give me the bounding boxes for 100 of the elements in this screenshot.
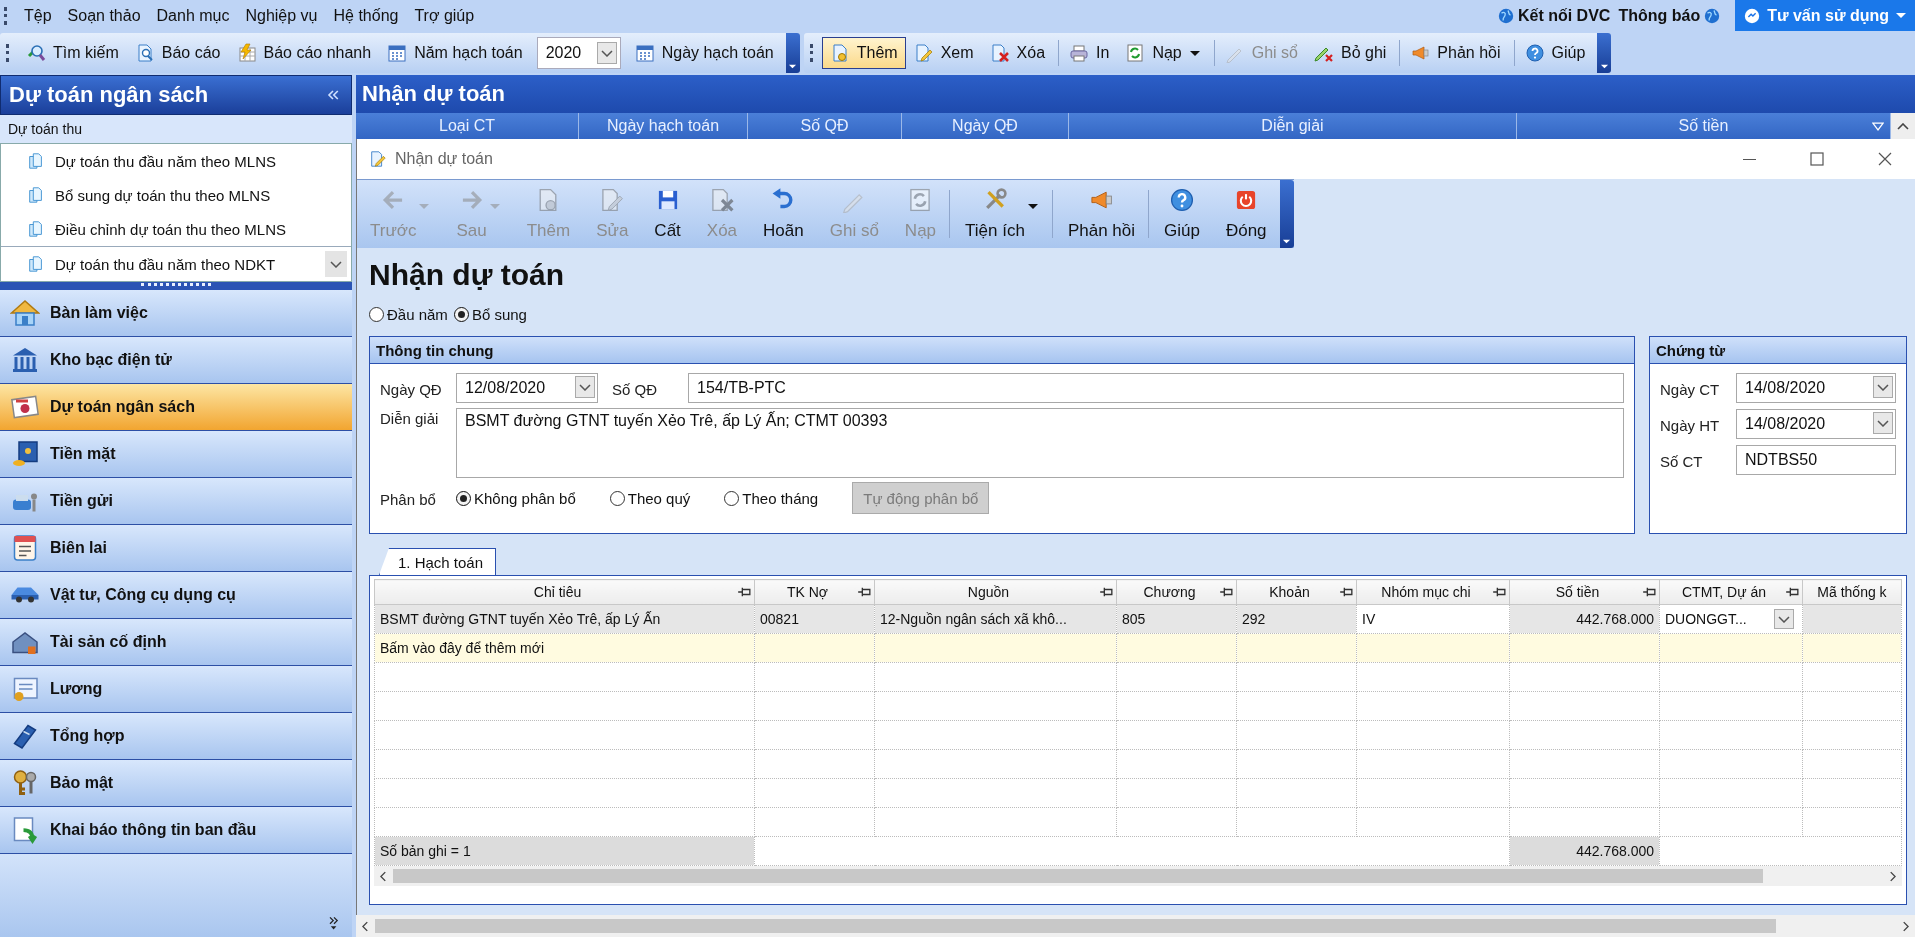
- radio-option[interactable]: Không phân bổ: [456, 489, 576, 507]
- year-dropdown[interactable]: 2020: [536, 37, 621, 69]
- menu-item[interactable]: Tệp: [16, 6, 60, 25]
- chevron-down-icon: [1778, 615, 1790, 623]
- radio-option[interactable]: Theo tháng: [724, 489, 819, 507]
- menu-item[interactable]: Trợ giúp: [406, 6, 483, 25]
- text-field[interactable]: 154/TB-PTC: [688, 373, 1624, 403]
- overflow-button[interactable]: [785, 33, 800, 73]
- radio-icon[interactable]: [456, 490, 471, 506]
- column-header[interactable]: Chương: [1116, 579, 1237, 605]
- task-item[interactable]: Dự toán thu đầu năm theo NDKT: [1, 247, 325, 281]
- task-item[interactable]: Bổ sung dự toán thu theo MLNS: [1, 178, 351, 212]
- table-cell: 805: [1116, 604, 1237, 634]
- nav-button[interactable]: Kho bạc điện tử: [0, 337, 352, 384]
- pin-icon[interactable]: [1339, 587, 1353, 597]
- column-header[interactable]: Số tiền: [1509, 579, 1660, 605]
- nav-button[interactable]: Vật tư, Công cụ dụng cụ: [0, 572, 352, 619]
- pin-icon[interactable]: [1492, 587, 1506, 597]
- menu-item[interactable]: Danh mục: [148, 6, 238, 25]
- pin-icon[interactable]: [1219, 587, 1233, 597]
- toolbar-button[interactable]: Đóng: [1212, 180, 1280, 248]
- dropdown-button[interactable]: [1873, 376, 1893, 398]
- toolbar-button[interactable]: Ngày hạch toán: [626, 37, 782, 69]
- radio-option[interactable]: Đầu năm: [369, 305, 448, 323]
- consult-button[interactable]: Tư vấn sử dụng: [1735, 0, 1915, 31]
- overflow-button[interactable]: [1597, 33, 1612, 73]
- dropdown-button[interactable]: [575, 376, 595, 398]
- top-link[interactable]: Thông báo: [1614, 6, 1726, 25]
- radio-option[interactable]: Bổ sung: [453, 305, 527, 323]
- toolbar-button[interactable]: Bỏ ghi: [1306, 37, 1395, 69]
- nav-button[interactable]: Biên lai: [0, 525, 352, 572]
- caret-icon: [788, 64, 798, 69]
- radio-option[interactable]: Theo quý: [609, 489, 691, 507]
- toolbar-button[interactable]: Hoãn: [750, 180, 817, 248]
- column-header[interactable]: Nhóm mục chi: [1356, 579, 1510, 605]
- task-item[interactable]: Dự toán thu đầu năm theo MLNS: [1, 144, 351, 178]
- horizontal-scrollbar[interactable]: [356, 915, 1915, 937]
- toolbar-grip[interactable]: [6, 44, 12, 62]
- table-cell: 00821: [754, 604, 875, 634]
- new-row-hint[interactable]: Bấm vào đây để thêm mới: [374, 633, 755, 663]
- dropdown-button[interactable]: [1774, 609, 1794, 629]
- radio-icon[interactable]: [609, 490, 625, 506]
- toolbar-button[interactable]: Tìm kiếm: [18, 37, 127, 69]
- pin-icon[interactable]: [1099, 587, 1113, 597]
- nav-button[interactable]: Tiền gửi: [0, 478, 352, 525]
- chevron-right-icon: [1889, 870, 1896, 882]
- radio-icon[interactable]: [724, 490, 740, 506]
- description-field[interactable]: BSMT đường GTNT tuyến Xẻo Trê, ấp Lý Ấn; CTMT 00393: [456, 408, 1624, 478]
- pin-icon[interactable]: [1785, 587, 1799, 597]
- menu-item[interactable]: Nghiệp vụ: [237, 6, 326, 25]
- column-header[interactable]: CTMT, Dự án: [1659, 579, 1803, 605]
- scroll-up-button[interactable]: [1891, 113, 1915, 139]
- pin-icon[interactable]: [857, 587, 871, 597]
- menu-item[interactable]: Soạn thảo: [59, 6, 149, 25]
- menu-item[interactable]: Hệ thống: [325, 6, 407, 25]
- panel-header: Chứng từ: [1650, 337, 1906, 364]
- toolbar-button[interactable]: Cất: [641, 180, 694, 248]
- toolbar-button[interactable]: Năm hạch toán: [379, 37, 531, 69]
- dropdown-button[interactable]: [1873, 412, 1893, 434]
- help-icon: [1524, 43, 1545, 63]
- horizontal-scrollbar[interactable]: [374, 866, 1902, 886]
- radio-icon[interactable]: [453, 306, 469, 322]
- date-field[interactable]: 12/08/2020: [456, 373, 598, 403]
- pin-icon[interactable]: [737, 587, 751, 597]
- nav-button[interactable]: Tài sản cố định: [0, 619, 352, 666]
- nav-button[interactable]: Lương: [0, 666, 352, 713]
- nav-button[interactable]: Bàn làm việc: [0, 290, 352, 337]
- column-header[interactable]: Khoản: [1236, 579, 1357, 605]
- column-header[interactable]: Chỉ tiêu: [374, 579, 755, 605]
- column-header[interactable]: Mã thống k: [1802, 579, 1902, 605]
- toolbar-button[interactable]: Xóa: [981, 37, 1054, 69]
- top-link[interactable]: Kết nối DVC: [1492, 6, 1615, 25]
- total-cell: 442.768.000: [1509, 836, 1660, 866]
- document-delete-icon: [989, 43, 1010, 63]
- pin-icon[interactable]: [1642, 587, 1656, 597]
- nav-button[interactable]: Bảo mật: [0, 760, 352, 807]
- radio-icon[interactable]: [369, 306, 384, 322]
- overflow-button[interactable]: [1279, 180, 1294, 248]
- text-field[interactable]: NDTBS50: [1736, 445, 1896, 475]
- column-header[interactable]: Nguồn: [874, 579, 1117, 605]
- toolbar-button[interactable]: Thêm: [821, 37, 906, 69]
- nav-button[interactable]: Tiền mặt: [0, 431, 352, 478]
- filter-icon[interactable]: [1872, 121, 1884, 131]
- task-item[interactable]: Điều chỉnh dự toán thu theo MLNS: [1, 212, 351, 246]
- nav-button[interactable]: Dự toán ngân sách: [0, 384, 352, 431]
- nav-button[interactable]: Khai báo thông tin ban đầu: [0, 807, 352, 854]
- column-header[interactable]: TK Nợ: [754, 579, 875, 605]
- toolbar-grip[interactable]: [4, 6, 10, 25]
- search-icon: [26, 43, 46, 63]
- nav-button[interactable]: Tổng hợp: [0, 713, 352, 760]
- toolbar-button[interactable]: Báo cáo: [126, 37, 229, 69]
- documents-icon: [27, 255, 45, 273]
- tab[interactable]: 1. Hạch toán: [379, 548, 497, 575]
- date-field[interactable]: 14/08/2020: [1736, 409, 1896, 439]
- toolbar-grip[interactable]: [809, 44, 816, 62]
- page-title: Nhận dự toán: [362, 81, 506, 107]
- toolbar-button[interactable]: Báo cáo nhanh: [228, 37, 380, 69]
- date-field[interactable]: 14/08/2020: [1736, 373, 1896, 403]
- toolbar-button[interactable]: Xem: [905, 37, 982, 69]
- toolbar-button[interactable]: Nạp: [1117, 37, 1209, 69]
